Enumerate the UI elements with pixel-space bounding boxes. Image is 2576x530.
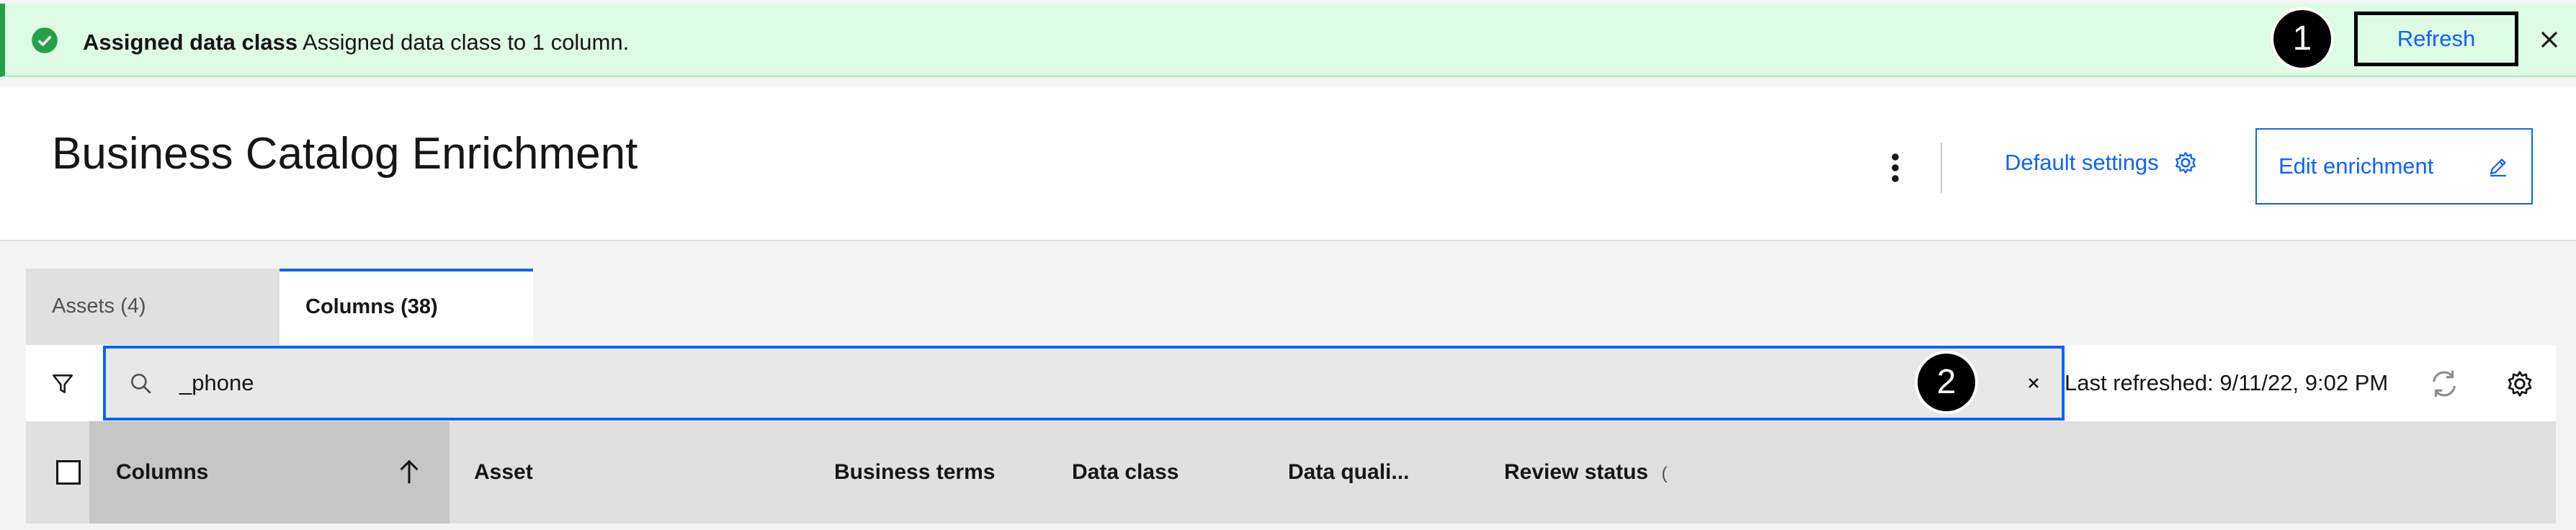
- default-settings-label: Default settings: [2005, 150, 2159, 175]
- step-badge-1: 1: [2273, 10, 2331, 68]
- column-header-label: Columns: [116, 460, 209, 484]
- edit-enrichment-button[interactable]: Edit enrichment: [2255, 128, 2533, 205]
- column-header-asset[interactable]: Asset: [474, 421, 533, 524]
- sync-icon[interactable]: [2428, 367, 2461, 400]
- info-icon[interactable]: (: [1661, 464, 1667, 483]
- page-header: Business Catalog Enrichment Default sett…: [0, 86, 2576, 241]
- search-input[interactable]: _phone: [103, 346, 2065, 421]
- column-header-columns[interactable]: Columns: [89, 421, 450, 524]
- sort-ascending-arrow-icon[interactable]: [398, 459, 421, 486]
- checkmark-filled-icon: [32, 27, 58, 53]
- table-header-row: Columns Asset Business terms Data class …: [26, 421, 2556, 524]
- tab-assets[interactable]: Assets (4): [26, 269, 279, 345]
- refresh-button[interactable]: Refresh: [2354, 12, 2518, 66]
- clear-search-icon[interactable]: [2022, 372, 2045, 395]
- search-value: _phone: [179, 370, 254, 395]
- notification-message: Assigned data class to 1 column.: [302, 30, 630, 55]
- filter-icon[interactable]: [50, 372, 75, 396]
- notification-title: Assigned data class: [83, 30, 298, 55]
- table-settings-gear-icon[interactable]: [2505, 369, 2534, 398]
- gear-icon: [2175, 152, 2196, 174]
- header-divider: [1941, 143, 1942, 193]
- column-header-data-quality[interactable]: Data quali...: [1288, 421, 1409, 524]
- step-badge-2: 2: [1918, 354, 1975, 411]
- edit-enrichment-label: Edit enrichment: [2278, 153, 2434, 179]
- search-icon: [130, 373, 151, 394]
- page-title: Business Catalog Enrichment: [52, 129, 638, 179]
- edit-pencil-icon: [2490, 158, 2506, 177]
- review-status-label: Review status: [1504, 460, 1649, 484]
- close-icon[interactable]: [2535, 25, 2564, 54]
- column-header-review-status[interactable]: Review status (: [1504, 421, 1667, 524]
- column-header-business-terms[interactable]: Business terms: [834, 421, 995, 524]
- overflow-menu-icon[interactable]: [1884, 148, 1906, 187]
- default-settings-link[interactable]: Default settings: [2005, 150, 2198, 176]
- select-all-checkbox[interactable]: [56, 460, 81, 485]
- last-refreshed-text: Last refreshed: 9/11/22, 9:02 PM: [2065, 370, 2389, 395]
- notification-text: Assigned data class Assigned data class …: [83, 30, 629, 55]
- tab-columns[interactable]: Columns (38): [279, 269, 533, 345]
- success-notification: Assigned data class Assigned data class …: [0, 4, 2576, 77]
- column-header-data-class[interactable]: Data class: [1072, 421, 1179, 524]
